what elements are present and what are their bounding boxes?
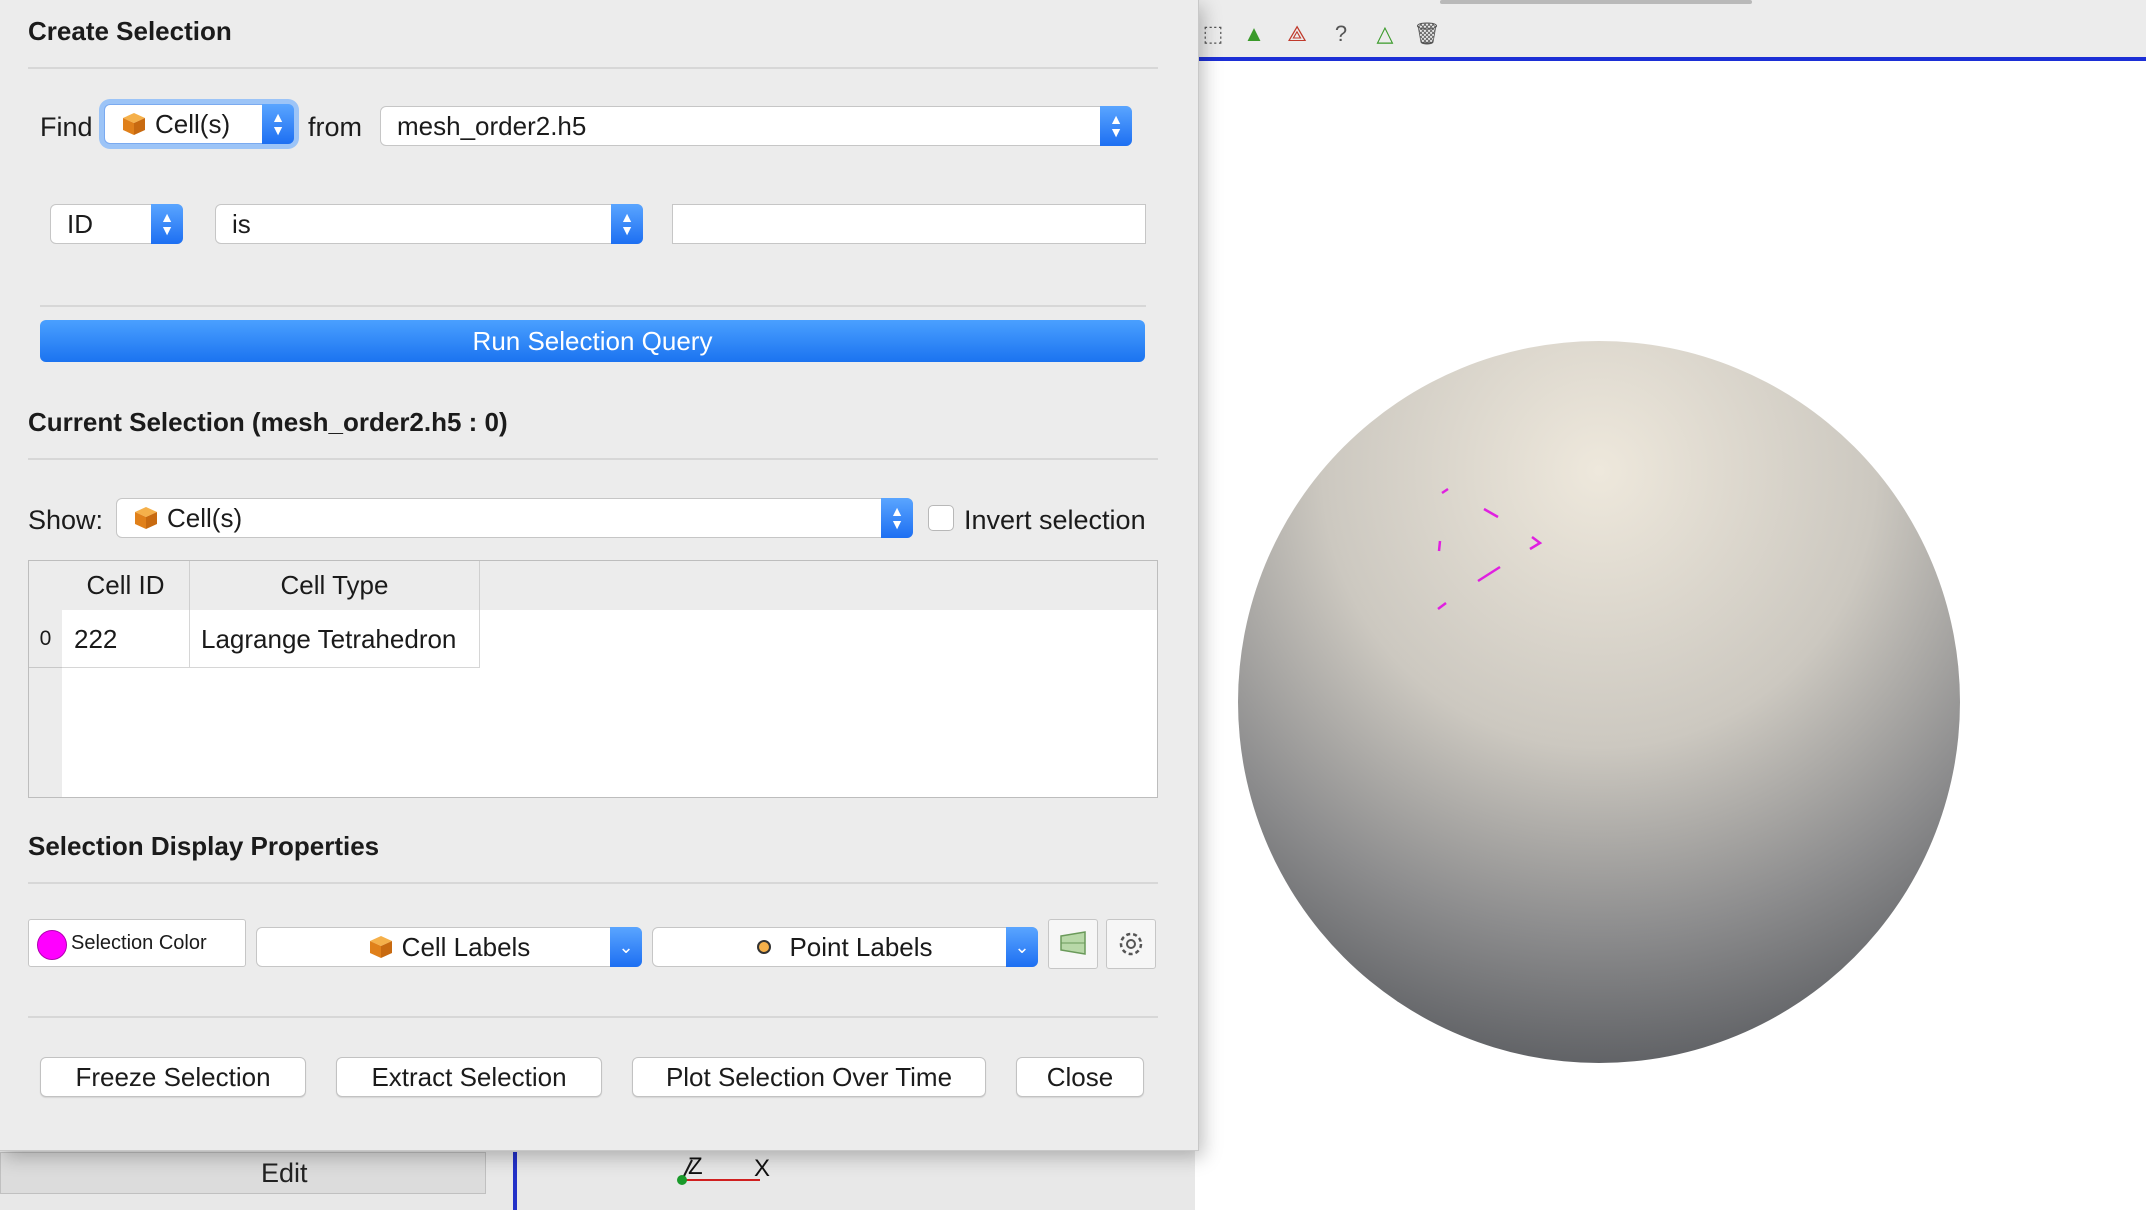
interactive-select-icon[interactable]: ▲ (1240, 20, 1268, 48)
render-view-toolbar: ⬚ ▲ ⟁ ? △ 🗑 (1195, 0, 2146, 58)
cell-cube-icon (135, 507, 157, 529)
selection-dialog: Create Selection Find Cell(s) ▲ ▼ from me… (0, 0, 1199, 1151)
selection-table[interactable]: Cell ID Cell Type 0 222 Lagrange Tetrahe… (28, 560, 1158, 798)
row-index[interactable]: 0 (29, 610, 62, 668)
show-type-value: Cell(s) (167, 503, 243, 533)
point-labels-dropdown[interactable]: Point Labels ⌄ (652, 927, 1038, 967)
row-header-column (29, 561, 62, 797)
invert-selection-checkbox[interactable] (928, 505, 954, 531)
axis-x-label: X (754, 1155, 770, 1182)
run-selection-query-button[interactable]: Run Selection Query (40, 320, 1145, 362)
plot-selection-over-time-button[interactable]: Plot Selection Over Time (632, 1057, 986, 1097)
column-header-cell-type[interactable]: Cell Type (190, 561, 480, 610)
current-selection-title: Current Selection (mesh_order2.h5 : 0) (28, 407, 508, 437)
selection-color-label: Selection Color (71, 932, 207, 954)
find-label: Find (40, 112, 93, 142)
select-on-icon[interactable]: ⟁ (1283, 20, 1311, 48)
show-type-combo[interactable]: Cell(s) ▲ ▼ (116, 498, 913, 538)
chevron-updown-icon: ▲ ▼ (262, 104, 294, 144)
freeze-selection-button[interactable]: Freeze Selection (40, 1057, 306, 1097)
chevron-updown-icon: ▲ ▼ (611, 204, 643, 244)
cell-labels-dropdown[interactable]: Cell Labels ⌄ (256, 927, 642, 967)
edit-button[interactable]: Edit (0, 1152, 486, 1194)
cell-labels-text: Cell Labels (401, 932, 531, 962)
selection-color-swatch (37, 930, 67, 960)
hover-points-icon[interactable]: ? (1327, 20, 1355, 48)
frustum-icon (1060, 931, 1086, 955)
toolbar-scrollbar[interactable] (1440, 0, 1752, 4)
query-value-input[interactable] (672, 204, 1146, 244)
view-divider (513, 1152, 517, 1210)
invert-selection-label: Invert selection (964, 505, 1146, 535)
source-value: mesh_order2.h5 (397, 111, 587, 141)
extract-selection-button[interactable]: Extract Selection (336, 1057, 602, 1097)
divider (28, 458, 1158, 460)
query-field-combo[interactable]: ID ▲ ▼ (50, 204, 183, 244)
select-points-icon[interactable]: ⬚ (1199, 20, 1227, 48)
selection-color-button[interactable]: Selection Color (28, 919, 246, 967)
query-operator-value: is (232, 209, 251, 239)
show-label: Show: (28, 505, 104, 535)
element-type-combo[interactable]: Cell(s) ▲ ▼ (104, 104, 294, 144)
table-row-cell-id[interactable]: 222 (62, 610, 190, 668)
chevron-down-icon: ⌄ (1006, 927, 1038, 967)
cell-cube-icon (369, 936, 392, 958)
create-selection-title: Create Selection (28, 16, 232, 46)
query-operator-combo[interactable]: is ▲ ▼ (215, 204, 643, 244)
divider (28, 882, 1158, 884)
element-type-value: Cell(s) (155, 109, 231, 139)
gear-icon (1119, 932, 1143, 956)
chevron-updown-icon: ▲ ▼ (881, 498, 913, 538)
frustum-labels-button[interactable] (1048, 919, 1098, 969)
chevron-updown-icon: ▲ ▼ (1100, 106, 1132, 146)
chevron-down-icon: ⌄ (610, 927, 642, 967)
label-settings-button[interactable] (1106, 919, 1156, 969)
divider (28, 67, 1158, 69)
display-properties-title: Selection Display Properties (28, 831, 380, 861)
cell-cube-icon (123, 113, 145, 135)
from-label: from (308, 112, 362, 142)
divider (40, 305, 1146, 307)
point-icon (757, 940, 772, 954)
point-labels-text: Point Labels (789, 932, 933, 962)
source-combo[interactable]: mesh_order2.h5 ▲ ▼ (380, 106, 1132, 146)
table-row-cell-type[interactable]: Lagrange Tetrahedron (190, 610, 480, 668)
divider (28, 1016, 1158, 1018)
sphere-mesh (1238, 341, 1960, 1063)
close-button[interactable]: Close (1016, 1057, 1144, 1097)
chevron-updown-icon: ▲ ▼ (151, 204, 183, 244)
axis-z-label: Z (688, 1153, 703, 1180)
query-field-value: ID (67, 209, 93, 239)
clear-selection-icon[interactable]: 🗑 (1413, 20, 1441, 48)
column-header-cell-id[interactable]: Cell ID (62, 561, 190, 610)
hover-cells-icon[interactable]: △ (1371, 20, 1399, 48)
orientation-axes: Z X (677, 1153, 770, 1185)
